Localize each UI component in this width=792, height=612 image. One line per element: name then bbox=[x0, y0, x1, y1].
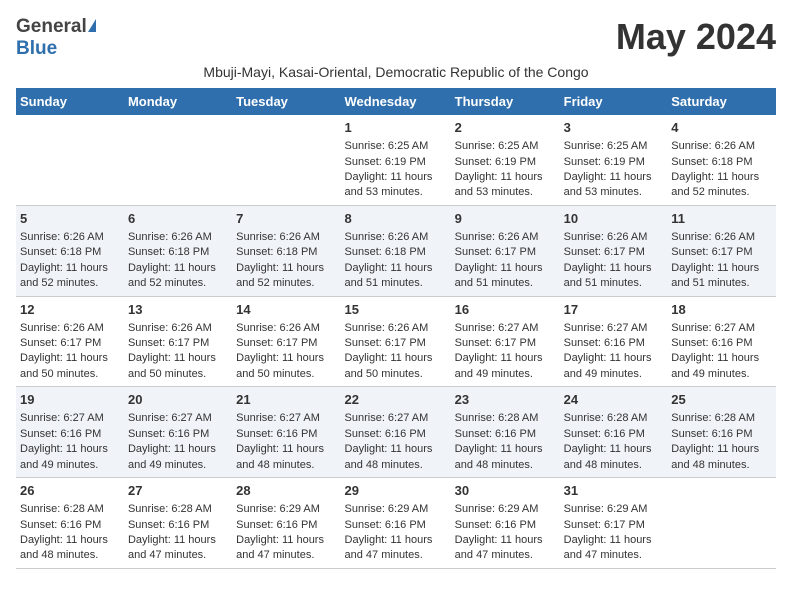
day-number: 17 bbox=[564, 301, 664, 319]
calendar-week-4: 19Sunrise: 6:27 AMSunset: 6:16 PMDayligh… bbox=[16, 387, 776, 478]
calendar-cell: 21Sunrise: 6:27 AMSunset: 6:16 PMDayligh… bbox=[232, 387, 340, 478]
day-number: 16 bbox=[455, 301, 556, 319]
day-of-week-sunday: Sunday bbox=[16, 88, 124, 115]
day-number: 8 bbox=[345, 210, 447, 228]
day-number: 19 bbox=[20, 391, 120, 409]
calendar-cell: 9Sunrise: 6:26 AMSunset: 6:17 PMDaylight… bbox=[451, 205, 560, 296]
day-number: 6 bbox=[128, 210, 228, 228]
subtitle: Mbuji-Mayi, Kasai-Oriental, Democratic R… bbox=[16, 64, 776, 80]
day-number: 14 bbox=[236, 301, 336, 319]
day-number: 10 bbox=[564, 210, 664, 228]
calendar-cell: 16Sunrise: 6:27 AMSunset: 6:17 PMDayligh… bbox=[451, 296, 560, 387]
calendar-cell: 25Sunrise: 6:28 AMSunset: 6:16 PMDayligh… bbox=[667, 387, 776, 478]
calendar-week-5: 26Sunrise: 6:28 AMSunset: 6:16 PMDayligh… bbox=[16, 478, 776, 569]
calendar-cell bbox=[16, 115, 124, 205]
calendar-header-row: SundayMondayTuesdayWednesdayThursdayFrid… bbox=[16, 88, 776, 115]
calendar-cell bbox=[667, 478, 776, 569]
calendar-cell: 6Sunrise: 6:26 AMSunset: 6:18 PMDaylight… bbox=[124, 205, 232, 296]
calendar-cell: 20Sunrise: 6:27 AMSunset: 6:16 PMDayligh… bbox=[124, 387, 232, 478]
day-number: 28 bbox=[236, 482, 336, 500]
logo: General Blue bbox=[16, 16, 96, 60]
day-number: 20 bbox=[128, 391, 228, 409]
day-of-week-monday: Monday bbox=[124, 88, 232, 115]
calendar-cell: 28Sunrise: 6:29 AMSunset: 6:16 PMDayligh… bbox=[232, 478, 340, 569]
day-number: 18 bbox=[671, 301, 772, 319]
day-number: 7 bbox=[236, 210, 336, 228]
day-of-week-friday: Friday bbox=[560, 88, 668, 115]
day-number: 15 bbox=[345, 301, 447, 319]
page-header: General Blue May 2024 bbox=[16, 16, 776, 60]
calendar-cell bbox=[232, 115, 340, 205]
calendar-week-2: 5Sunrise: 6:26 AMSunset: 6:18 PMDaylight… bbox=[16, 205, 776, 296]
calendar-cell: 22Sunrise: 6:27 AMSunset: 6:16 PMDayligh… bbox=[341, 387, 451, 478]
calendar-cell: 1Sunrise: 6:25 AMSunset: 6:19 PMDaylight… bbox=[341, 115, 451, 205]
calendar-cell: 7Sunrise: 6:26 AMSunset: 6:18 PMDaylight… bbox=[232, 205, 340, 296]
calendar-cell: 10Sunrise: 6:26 AMSunset: 6:17 PMDayligh… bbox=[560, 205, 668, 296]
calendar-cell: 15Sunrise: 6:26 AMSunset: 6:17 PMDayligh… bbox=[341, 296, 451, 387]
day-of-week-tuesday: Tuesday bbox=[232, 88, 340, 115]
calendar-cell: 11Sunrise: 6:26 AMSunset: 6:17 PMDayligh… bbox=[667, 205, 776, 296]
day-number: 29 bbox=[345, 482, 447, 500]
day-number: 4 bbox=[671, 119, 772, 137]
day-number: 1 bbox=[345, 119, 447, 137]
calendar-cell: 24Sunrise: 6:28 AMSunset: 6:16 PMDayligh… bbox=[560, 387, 668, 478]
day-number: 24 bbox=[564, 391, 664, 409]
calendar-cell: 4Sunrise: 6:26 AMSunset: 6:18 PMDaylight… bbox=[667, 115, 776, 205]
calendar-cell: 27Sunrise: 6:28 AMSunset: 6:16 PMDayligh… bbox=[124, 478, 232, 569]
day-number: 5 bbox=[20, 210, 120, 228]
day-number: 9 bbox=[455, 210, 556, 228]
calendar-cell: 13Sunrise: 6:26 AMSunset: 6:17 PMDayligh… bbox=[124, 296, 232, 387]
calendar-cell: 2Sunrise: 6:25 AMSunset: 6:19 PMDaylight… bbox=[451, 115, 560, 205]
calendar-cell: 19Sunrise: 6:27 AMSunset: 6:16 PMDayligh… bbox=[16, 387, 124, 478]
calendar-week-3: 12Sunrise: 6:26 AMSunset: 6:17 PMDayligh… bbox=[16, 296, 776, 387]
calendar-cell: 18Sunrise: 6:27 AMSunset: 6:16 PMDayligh… bbox=[667, 296, 776, 387]
day-number: 13 bbox=[128, 301, 228, 319]
calendar-cell: 17Sunrise: 6:27 AMSunset: 6:16 PMDayligh… bbox=[560, 296, 668, 387]
logo-blue: Blue bbox=[16, 38, 57, 59]
day-number: 25 bbox=[671, 391, 772, 409]
calendar-cell: 31Sunrise: 6:29 AMSunset: 6:17 PMDayligh… bbox=[560, 478, 668, 569]
calendar-cell: 8Sunrise: 6:26 AMSunset: 6:18 PMDaylight… bbox=[341, 205, 451, 296]
calendar-cell bbox=[124, 115, 232, 205]
day-of-week-wednesday: Wednesday bbox=[341, 88, 451, 115]
day-number: 30 bbox=[455, 482, 556, 500]
calendar-cell: 29Sunrise: 6:29 AMSunset: 6:16 PMDayligh… bbox=[341, 478, 451, 569]
day-of-week-thursday: Thursday bbox=[451, 88, 560, 115]
calendar-table: SundayMondayTuesdayWednesdayThursdayFrid… bbox=[16, 88, 776, 569]
day-of-week-saturday: Saturday bbox=[667, 88, 776, 115]
month-title: May 2024 bbox=[616, 16, 776, 58]
day-number: 27 bbox=[128, 482, 228, 500]
calendar-cell: 26Sunrise: 6:28 AMSunset: 6:16 PMDayligh… bbox=[16, 478, 124, 569]
day-number: 22 bbox=[345, 391, 447, 409]
day-number: 23 bbox=[455, 391, 556, 409]
day-number: 26 bbox=[20, 482, 120, 500]
logo-icon bbox=[88, 19, 96, 32]
day-number: 2 bbox=[455, 119, 556, 137]
calendar-cell: 5Sunrise: 6:26 AMSunset: 6:18 PMDaylight… bbox=[16, 205, 124, 296]
day-number: 3 bbox=[564, 119, 664, 137]
calendar-week-1: 1Sunrise: 6:25 AMSunset: 6:19 PMDaylight… bbox=[16, 115, 776, 205]
day-number: 31 bbox=[564, 482, 664, 500]
day-number: 21 bbox=[236, 391, 336, 409]
logo-general: General bbox=[16, 16, 87, 38]
calendar-cell: 30Sunrise: 6:29 AMSunset: 6:16 PMDayligh… bbox=[451, 478, 560, 569]
calendar-cell: 12Sunrise: 6:26 AMSunset: 6:17 PMDayligh… bbox=[16, 296, 124, 387]
calendar-cell: 3Sunrise: 6:25 AMSunset: 6:19 PMDaylight… bbox=[560, 115, 668, 205]
calendar-cell: 23Sunrise: 6:28 AMSunset: 6:16 PMDayligh… bbox=[451, 387, 560, 478]
calendar-cell: 14Sunrise: 6:26 AMSunset: 6:17 PMDayligh… bbox=[232, 296, 340, 387]
day-number: 11 bbox=[671, 210, 772, 228]
day-number: 12 bbox=[20, 301, 120, 319]
